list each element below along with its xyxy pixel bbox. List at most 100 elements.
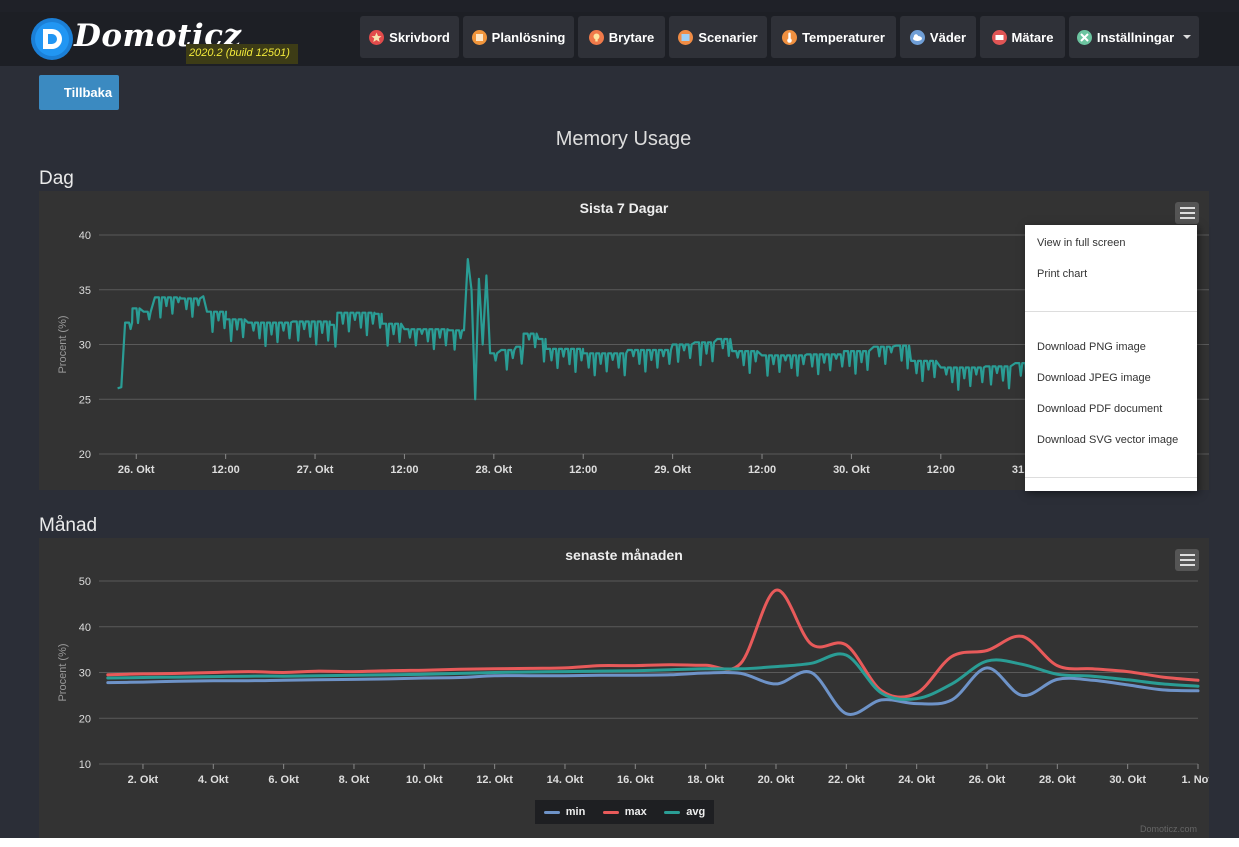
meter-icon [991, 29, 1007, 45]
nav-installningar[interactable]: Inställningar [1069, 16, 1199, 58]
series-line-memory [117, 258, 1166, 401]
top-strip [0, 0, 1239, 12]
menu-line [1179, 212, 1195, 214]
nav-label: Temperaturer [802, 29, 885, 45]
x-tick-label: 22. Okt [828, 774, 865, 786]
back-button[interactable]: Tillbaka [39, 75, 119, 110]
menu-line [1179, 554, 1195, 556]
nav-temperaturer[interactable]: Temperaturer [771, 16, 896, 58]
credit-link[interactable]: Domoticz.com [1140, 824, 1197, 834]
nav-vader[interactable]: Väder [900, 16, 976, 58]
x-tick-label: 1. Nov [1181, 774, 1209, 786]
chart-month: senaste månaden Procent (%) 10 20 30 40 50 2. O… [39, 538, 1209, 838]
y-axis-label: Procent (%) [57, 315, 69, 373]
x-tick-label: 6. Okt [268, 774, 299, 786]
y-tick-label: 40 [79, 622, 91, 634]
version-badge: 2020.2 (build 12501) [186, 44, 298, 64]
nav-label: Väder [929, 29, 967, 45]
x-tick-label: 30. Okt [1109, 774, 1146, 786]
x-tick-label: 29. Okt [654, 464, 691, 476]
x-tick-label: 8. Okt [339, 774, 370, 786]
x-tick-label: 26. Okt [118, 464, 155, 476]
nav-matare[interactable]: Mätare [980, 16, 1065, 58]
nav-skrivbord[interactable]: Skrivbord [360, 16, 459, 58]
chart-menu-button-day[interactable] [1175, 202, 1199, 224]
x-tick-label: 4. Okt [198, 774, 229, 786]
nav-label: Mätare [1011, 29, 1054, 45]
x-tick-label: 26. Okt [969, 774, 1006, 786]
legend-item-min[interactable]: min [543, 806, 586, 818]
x-tick-label: 24. Okt [898, 774, 935, 786]
lightbulb-icon [588, 29, 604, 45]
legend-label: max [624, 806, 647, 818]
x-tick-label: 20. Okt [758, 774, 795, 786]
x-tick-label: 28. Okt [1039, 774, 1076, 786]
x-tick-label: 12:00 [927, 464, 955, 476]
menu-item-svg[interactable]: Download SVG vector image [1037, 434, 1178, 446]
x-tick-label: 27. Okt [297, 464, 334, 476]
menu-item-print[interactable]: Print chart [1037, 268, 1087, 280]
y-tick-label: 40 [79, 230, 91, 242]
domoticz-logo[interactable] [30, 17, 74, 66]
page-title: Memory Usage [555, 128, 692, 150]
y-axis-label: Procent (%) [57, 643, 69, 701]
menu-line [1179, 217, 1195, 219]
nav-brytare[interactable]: Brytare [578, 16, 665, 58]
chart-legend: min max avg [535, 800, 714, 824]
x-tick-label: 2. Okt [128, 774, 159, 786]
legend-label: avg [686, 806, 706, 818]
star-icon [369, 29, 385, 45]
y-tick-label: 25 [79, 394, 91, 406]
menu-item-pdf[interactable]: Download PDF document [1037, 403, 1162, 415]
section-title-day: Dag [39, 168, 74, 189]
y-tick-label: 10 [79, 759, 91, 771]
x-tick-label: 18. Okt [687, 774, 724, 786]
legend-swatch [664, 810, 681, 814]
menu-line [1179, 207, 1195, 209]
legend-swatch [602, 810, 619, 814]
chart-menu-button-month[interactable] [1175, 549, 1199, 571]
nav-label: Skrivbord [389, 29, 450, 45]
legend-item-max[interactable]: max [602, 806, 647, 818]
menu-item-png[interactable]: Download PNG image [1037, 341, 1146, 353]
x-tick-label: 14. Okt [547, 774, 584, 786]
menu-item-fullscreen[interactable]: View in full screen [1037, 237, 1125, 249]
x-tick-label: 10. Okt [406, 774, 443, 786]
legend-label: min [565, 806, 586, 818]
y-tick-label: 20 [79, 713, 91, 725]
nav-scenarier[interactable]: Scenarier [669, 16, 767, 58]
chart-title: senaste månaden [565, 547, 683, 563]
menu-line [1179, 559, 1195, 561]
y-tick-label: 35 [79, 285, 91, 297]
legend-swatch [543, 810, 560, 814]
x-tick-label: 12:00 [569, 464, 597, 476]
x-tick-label: 28. Okt [475, 464, 512, 476]
export-menu: View in full screen Print chart Download… [1025, 225, 1197, 491]
x-tick-label: 12:00 [748, 464, 776, 476]
thermometer-icon [782, 29, 798, 45]
y-tick-label: 20 [79, 449, 91, 461]
weather-icon [909, 29, 925, 45]
nav-planlosning[interactable]: Planlösning [463, 16, 574, 58]
menu-item-jpeg[interactable]: Download JPEG image [1037, 372, 1151, 384]
settings-icon [1076, 29, 1092, 45]
x-tick-label: 12:00 [212, 464, 240, 476]
x-tick-label: 12. Okt [476, 774, 513, 786]
floorplan-icon [471, 29, 487, 45]
page-bottom [0, 838, 1239, 847]
nav-label: Brytare [608, 29, 655, 45]
menu-separator [1025, 477, 1197, 478]
legend-item-avg[interactable]: avg [664, 806, 705, 818]
chevron-down-icon [1183, 35, 1192, 39]
y-tick-label: 50 [79, 576, 91, 588]
nav-label: Scenarier [698, 29, 758, 45]
x-tick-label: 30. Okt [833, 464, 870, 476]
section-title-month: Månad [39, 515, 98, 536]
logo-icon [31, 18, 73, 60]
x-tick-label: 16. Okt [617, 774, 654, 786]
scene-icon [678, 29, 694, 45]
menu-separator [1025, 311, 1197, 312]
y-tick-label: 30 [79, 340, 91, 352]
nav-label: Inställningar [1096, 29, 1175, 45]
y-tick-label: 30 [79, 668, 91, 680]
